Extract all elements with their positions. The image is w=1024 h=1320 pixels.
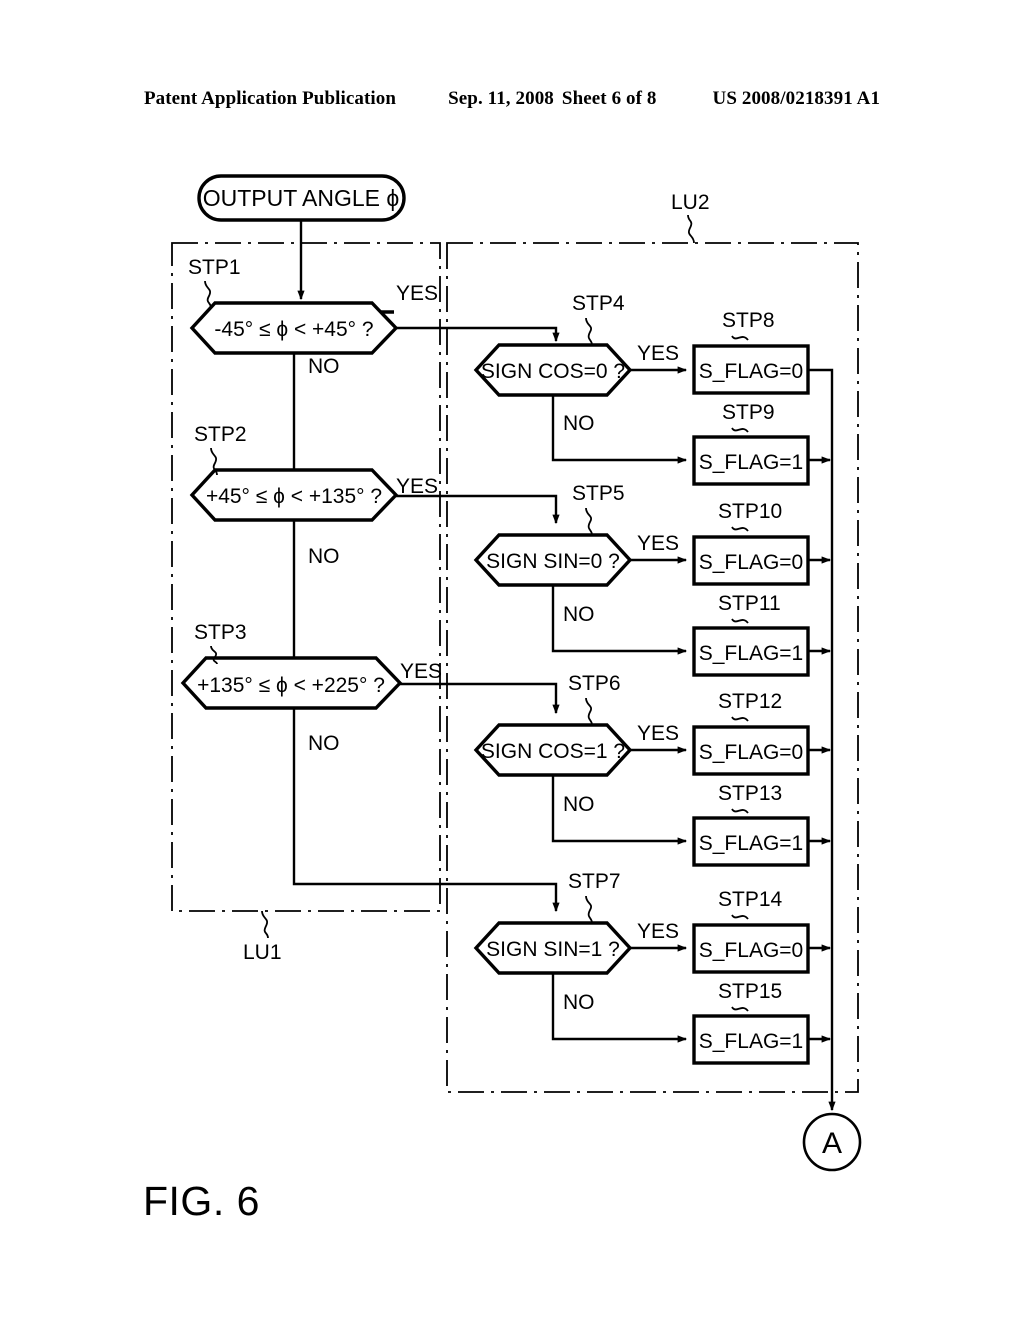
stp11-leader-line [731, 618, 749, 624]
stp13-leader-line [731, 808, 749, 814]
step-label-stp13: STP13 [718, 782, 782, 805]
step-label-stp1: STP1 [188, 256, 241, 279]
decision-stp5-label: SIGN SIN=0 ? [486, 550, 620, 573]
stp4-no-label: NO [563, 412, 595, 435]
step-label-stp15: STP15 [718, 980, 782, 1003]
stp8-leader-line [731, 335, 749, 341]
lu1-label: LU1 [243, 941, 282, 964]
stp5-leader-line [585, 507, 593, 536]
step-label-stp12: STP12 [718, 690, 782, 713]
stp7-no-label: NO [563, 991, 595, 1014]
stp4-leader-line [585, 317, 593, 346]
stp7-leader-line [585, 895, 593, 924]
stp3-no-label: NO [308, 732, 340, 755]
stp1-no-label: NO [308, 355, 340, 378]
start-terminal-label: OUTPUT ANGLE ϕ [203, 185, 400, 211]
decision-stp6-label: SIGN COS=1 ? [481, 740, 625, 763]
stp1-leader-line [204, 280, 212, 309]
flow-stp3-yes-to-stp6 [400, 682, 560, 715]
stp15-leader-line [731, 1006, 749, 1012]
step-label-stp14: STP14 [718, 888, 783, 911]
process-stp10-label: S_FLAG=0 [699, 551, 803, 574]
stp10-leader-line [731, 526, 749, 532]
step-label-stp5: STP5 [572, 482, 625, 505]
process-stp9-label: S_FLAG=1 [699, 451, 803, 474]
process-stp12-label: S_FLAG=0 [699, 741, 803, 764]
connector-a-label: A [822, 1127, 842, 1160]
lu2-leader-line [687, 214, 695, 244]
step-label-stp9: STP9 [722, 401, 775, 424]
stp2-yes-label: YES [396, 475, 438, 498]
decision-stp1-label: -45° ≤ ϕ < +45° ? [214, 318, 373, 341]
process-stp8-label: S_FLAG=0 [699, 360, 803, 383]
stp6-yes-label: YES [637, 722, 679, 745]
step-label-stp7: STP7 [568, 870, 621, 893]
stp12-leader-line [731, 716, 749, 722]
flow-stp1-yes-to-stp4 [396, 326, 560, 343]
flow-stp2-yes-to-stp5 [396, 494, 560, 525]
process-stp15-label: S_FLAG=1 [699, 1030, 803, 1053]
stp5-yes-label: YES [637, 532, 679, 555]
decision-stp7-label: SIGN SIN=1 ? [486, 938, 620, 961]
flowchart-diagram: LU1 LU2 OUTPUT ANGLE ϕ -45° ≤ ϕ < +45° ?… [171, 174, 862, 1172]
stp3-yes-label: YES [400, 660, 442, 683]
stp9-leader-line [731, 427, 749, 433]
stp4-yes-label: YES [637, 342, 679, 365]
decision-stp3-label: +135° ≤ ϕ < +225° ? [197, 674, 385, 697]
step-label-stp2: STP2 [194, 423, 247, 446]
step-label-stp10: STP10 [718, 500, 782, 523]
stp6-no-label: NO [563, 793, 595, 816]
stp6-leader-line [585, 697, 593, 726]
process-stp14-label: S_FLAG=0 [699, 939, 803, 962]
decision-stp4-label: SIGN COS=0 ? [481, 360, 625, 383]
step-label-stp11: STP11 [718, 592, 781, 615]
patent-figure-page: Patent Application Publication Sep. 11, … [0, 0, 1024, 1320]
stp1-yes-label: YES [396, 282, 438, 305]
stp7-yes-label: YES [637, 920, 679, 943]
step-label-stp6: STP6 [568, 672, 621, 695]
step-label-stp3: STP3 [194, 621, 247, 644]
lu2-label: LU2 [671, 191, 710, 214]
stp2-no-label: NO [308, 545, 340, 568]
process-stp11-label: S_FLAG=1 [699, 642, 803, 665]
flow-collector-bus [808, 368, 836, 1112]
step-label-stp8: STP8 [722, 309, 775, 332]
process-stp13-label: S_FLAG=1 [699, 832, 803, 855]
stp5-no-label: NO [563, 603, 595, 626]
step-label-stp4: STP4 [572, 292, 625, 315]
decision-stp2-label: +45° ≤ ϕ < +135° ? [206, 485, 382, 508]
lu1-leader-line [261, 910, 269, 939]
stp14-leader-line [731, 914, 749, 920]
figure-label: FIG. 6 [143, 1178, 260, 1224]
